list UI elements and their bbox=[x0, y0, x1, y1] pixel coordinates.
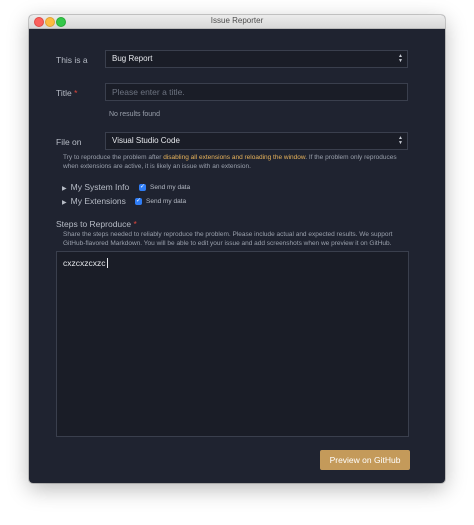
text-caret bbox=[106, 258, 108, 268]
issue-type-select[interactable]: Bug Report ▲ ▼ bbox=[105, 50, 408, 68]
title-label-text: Title bbox=[56, 88, 72, 98]
system-info-checkbox[interactable]: ✓ bbox=[139, 184, 146, 191]
disable-extensions-link[interactable]: disabling all extensions and reloading t… bbox=[163, 154, 305, 161]
file-on-select[interactable]: Visual Studio Code ▲ ▼ bbox=[105, 132, 408, 150]
issue-type-label: This is a bbox=[56, 55, 88, 65]
file-on-value: Visual Studio Code bbox=[112, 136, 180, 145]
reproduce-note-text: Try to reproduce the problem after bbox=[63, 154, 164, 161]
file-on-label: File on bbox=[56, 137, 82, 147]
steps-text: cxzcxzcxzc bbox=[63, 258, 106, 268]
extensions-label: My Extensions bbox=[70, 196, 126, 206]
extensions-checkbox[interactable]: ✓ bbox=[135, 198, 142, 205]
steps-label: Steps to Reproduce * bbox=[56, 219, 137, 229]
window-title: Issue Reporter bbox=[210, 16, 264, 25]
system-info-send-label: Send my data bbox=[150, 184, 191, 191]
title-required-mark: * bbox=[74, 88, 78, 98]
issue-reporter-window: Issue Reporter This is a Bug Report ▲ ▼ T… bbox=[29, 15, 445, 483]
title-label: Title * bbox=[56, 88, 77, 98]
select-arrows-icon: ▲ ▼ bbox=[398, 53, 403, 64]
title-search-hint: No results found bbox=[109, 111, 160, 118]
steps-required-mark: * bbox=[133, 219, 137, 229]
disclosure-triangle-icon: ▶ bbox=[62, 200, 67, 206]
issue-type-value: Bug Report bbox=[112, 54, 153, 63]
steps-textarea[interactable]: cxzcxzcxzc bbox=[56, 251, 409, 437]
steps-label-text: Steps to Reproduce bbox=[56, 219, 132, 229]
system-info-label: My System Info bbox=[70, 182, 130, 192]
reproduce-note: Try to reproduce the problem after disab… bbox=[63, 153, 411, 171]
extensions-toggle[interactable]: ▶ My Extensions bbox=[62, 196, 126, 206]
system-info-toggle[interactable]: ▶ My System Info bbox=[62, 182, 129, 192]
steps-description: Share the steps needed to reliably repro… bbox=[63, 231, 393, 247]
title-placeholder: Please enter a title. bbox=[112, 87, 185, 97]
extensions-send-label: Send my data bbox=[146, 198, 187, 205]
title-bar[interactable]: Issue Reporter bbox=[29, 15, 445, 29]
select-arrows-icon: ▲ ▼ bbox=[398, 135, 403, 146]
preview-on-github-button[interactable]: Preview on GitHub bbox=[320, 450, 410, 470]
title-input[interactable]: Please enter a title. bbox=[105, 83, 408, 101]
disclosure-triangle-icon: ▶ bbox=[62, 186, 67, 192]
